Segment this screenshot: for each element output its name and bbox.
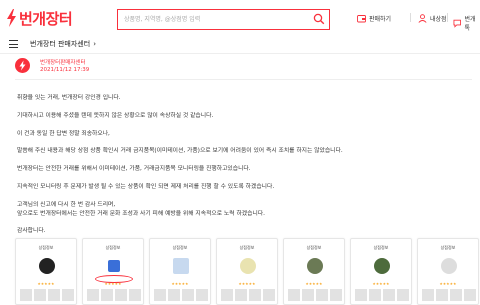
card-title: 상점정보 [38,245,54,250]
chat-label: 번개톡 [464,16,476,32]
post-date: 2021/11/12 17:39 [40,67,90,73]
chevron-right-icon: › [93,40,96,48]
store-info-cards: 상점정보 ★★★★★ 상점정보 ★★★★★ 상점정보 ★★★★★ 상점정보 ★★… [15,238,480,305]
store-logo-icon [240,258,256,274]
product-thumbnails [355,289,409,301]
store-card[interactable]: 상점정보 ★★★★★ [15,238,77,305]
wallet-icon [357,15,366,23]
logo-text: 번개장터 [19,9,73,28]
sub-navigation: 번개장터 판매자센터 › [0,34,480,54]
store-card[interactable]: 상점정보 ★★★★★ [283,238,345,305]
lightning-icon [7,9,16,27]
card-title: 상점정보 [172,245,188,250]
post-paragraph: 기대하시고 이용해 주셨을 텐데 뜻하지 않은 상황으로 많이 속상하실 것 같… [17,113,214,119]
store-logo-icon [307,258,323,274]
hamburger-menu-icon[interactable] [9,40,18,48]
sell-link[interactable]: 판매하기 [357,14,391,23]
rating-stars: ★★★★★ [372,282,390,286]
store-logo-icon [441,258,457,274]
card-title: 상점정보 [373,245,389,250]
user-icon [418,14,427,23]
store-card[interactable]: 상점정보 ★★★★★ [350,238,412,305]
store-card[interactable]: 상점정보 ★★★★★ [417,238,479,305]
post-paragraph: 지속적인 모니터링 후 문제가 발생 될 수 있는 상품이 확인 되면 제재 처… [17,184,275,190]
post-paragraph: 고객님의 신고에 다시 한 번 감사 드리며, [17,202,116,208]
product-thumbnails [221,289,275,301]
breadcrumb[interactable]: 번개장터 판매자센터 › [30,39,96,49]
search-box[interactable] [117,9,330,30]
search-icon[interactable] [313,13,325,25]
store-logo-icon [374,258,390,274]
store-card[interactable]: 상점정보 ★★★★★ [82,238,144,305]
card-title: 상점정보 [440,245,456,250]
seller-center-avatar [15,58,30,73]
post-paragraph: 감사합니다. [17,228,46,234]
divider [15,79,472,80]
rating-stars: ★★★★★ [171,282,189,286]
store-card[interactable]: 상점정보 ★★★★★ [149,238,211,305]
search-input[interactable] [124,13,304,26]
header-divider [410,13,411,22]
store-logo-icon [108,260,120,272]
rating-stars: ★★★★★ [305,282,323,286]
product-thumbnails [154,289,208,301]
header-divider [447,13,448,22]
chat-icon [453,19,461,28]
rating-stars: ★★★★★ [37,282,55,286]
store-card[interactable]: 상점정보 ★★★★★ [216,238,278,305]
store-logo-icon [173,258,189,274]
chat-link[interactable]: 번개톡 [453,14,480,32]
my-store-label: 내상점 [430,16,447,23]
rating-stars: ★★★★★ [439,282,457,286]
product-thumbnails [288,289,342,301]
rating-stars: ★★★★★ [104,282,122,286]
post-paragraph: 앞으로도 번개장터에서는 안전한 거래 문화 조성과 사기 피해 예방을 위해 … [17,211,265,217]
product-thumbnails [20,289,74,301]
my-store-link[interactable]: 내상점 [418,14,447,23]
card-title: 상점정보 [239,245,255,250]
bunjang-logo[interactable]: 번개장터 [6,8,73,28]
product-thumbnails [87,289,141,301]
rating-stars: ★★★★★ [238,282,256,286]
card-title: 상점정보 [105,245,121,250]
sell-label: 판매하기 [369,16,392,23]
store-logo-icon [39,258,55,274]
post-paragraph: 말씀해 주신 내용과 해당 상점 상품 확인시 거래 금지품목(이미테이션, 가… [17,148,343,154]
card-title: 상점정보 [306,245,322,250]
post-paragraph: 번개장터는 안전한 거래를 위해서 이미테이션, 가품, 거래금지품목 모니터링… [17,166,251,172]
post-author: 번개장터판매자센터 [40,60,86,66]
post-paragraph: 이 건과 동일 한 답변 정말 죄송하오나, [17,131,110,137]
top-header: 번개장터 판매하기 내상점 번개톡 [0,0,480,34]
post-paragraph: 취향을 잇는 거래, 번개장터 강인경 입니다. [17,95,121,101]
product-thumbnails [422,289,476,301]
breadcrumb-label: 번개장터 판매자센터 [30,40,91,48]
